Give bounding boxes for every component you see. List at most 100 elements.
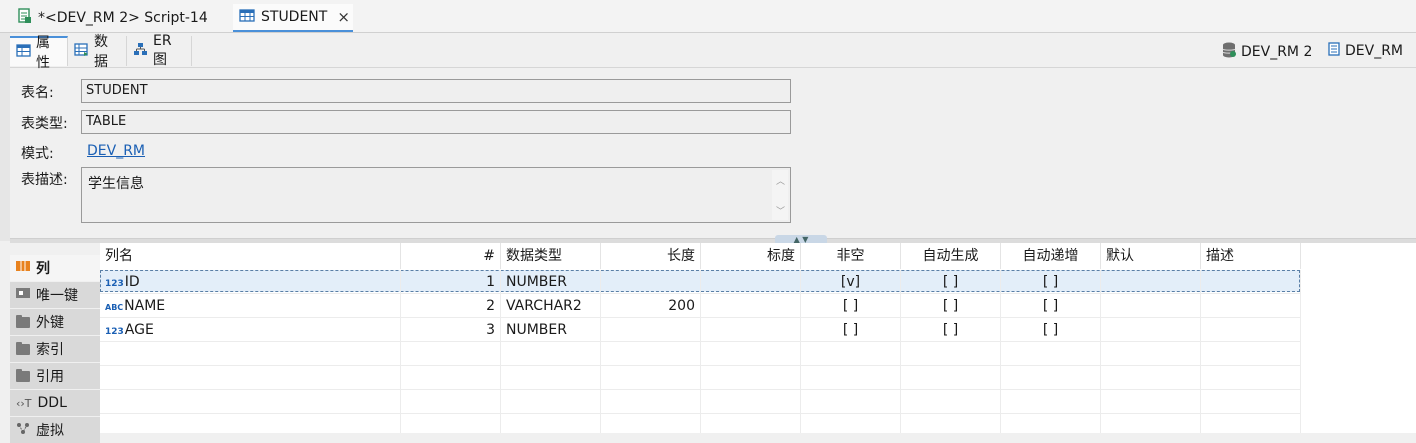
col-header-datatype[interactable]: 数据类型 [501,243,601,269]
folder-icon [16,368,30,382]
cell-description[interactable] [1201,318,1301,342]
nav-label: 虚拟 [36,423,64,439]
cell-length[interactable]: 200 [601,294,701,318]
description-scrollbar[interactable]: ︿ ﹀ [772,170,788,220]
cell-not-null[interactable]: [ ] [801,318,901,342]
ddl-icon: ‹›T [16,396,32,410]
columns-icon [16,260,30,276]
col-header-default[interactable]: 默认 [1101,243,1201,269]
datasource-selector[interactable]: DEV_RM 2 [1222,42,1312,62]
nav-label: 唯一键 [36,288,78,304]
nav-virtual[interactable]: 虚拟 [10,417,100,443]
tab-label: STUDENT [261,9,328,25]
nav-label: 索引 [36,342,64,358]
table-name-label: 表名: [21,85,54,101]
cell-length[interactable] [601,318,701,342]
empty-column [401,342,501,433]
table-row[interactable]: ABCNAME [100,294,401,318]
data-icon [74,42,89,60]
table-row[interactable]: 123AGE [100,318,401,342]
cell-auto-increment[interactable]: [ ] [1001,270,1101,294]
nav-ddl[interactable]: ‹›T DDL [10,390,100,416]
cell-position[interactable]: 1 [401,270,501,294]
empty-column [501,342,601,433]
tab-label: 数据 [94,34,108,70]
nav-columns[interactable]: 列 [10,255,100,281]
cell-scale[interactable] [701,318,801,342]
database-icon [1222,42,1236,62]
left-edge-strip [0,33,10,241]
cell-auto-generated[interactable]: [ ] [901,318,1001,342]
col-header-scale[interactable]: 标度 [701,243,801,269]
col-header-not-null[interactable]: 非空 [801,243,901,269]
cell-scale[interactable] [701,270,801,294]
empty-column [1101,342,1201,433]
cell-description[interactable] [1201,294,1301,318]
editor-sub-tabs: 属性 数据 ER 图 DEV_RM 2 DEV_RM [10,33,1416,71]
scroll-up-icon[interactable]: ︿ [776,174,785,187]
col-header-length[interactable]: 长度 [601,243,701,269]
number-type-icon: 123 [105,327,124,337]
empty-column [901,342,1001,433]
cell-auto-increment[interactable]: [ ] [1001,318,1101,342]
table-type-label: 表类型: [21,116,68,132]
cell-auto-generated[interactable]: [ ] [901,294,1001,318]
cell-auto-generated[interactable]: [ ] [901,270,1001,294]
col-header-position[interactable]: # [401,243,501,269]
tab-label: 属性 [36,35,50,71]
schema-link[interactable]: DEV_RM [87,143,145,159]
empty-column [100,342,401,433]
close-icon[interactable]: × [337,8,350,26]
table-name-field[interactable]: STUDENT [81,79,791,103]
cell-datatype[interactable]: NUMBER [501,270,601,294]
er-diagram-icon [133,42,148,60]
cell-description[interactable] [1201,270,1301,294]
col-header-auto-increment[interactable]: 自动递增 [1001,243,1101,269]
virtual-icon [16,422,30,438]
cell-not-null[interactable]: [ ] [801,294,901,318]
empty-column [801,342,901,433]
scroll-down-icon[interactable]: ﹀ [776,204,785,217]
nav-label: 外键 [36,315,64,331]
description-label: 表描述: [21,172,68,188]
tab-data[interactable]: 数据 [68,34,127,70]
cell-not-null[interactable]: [v] [801,270,901,294]
table-icon [239,8,255,26]
nav-unique-keys[interactable]: 唯一键 [10,282,100,308]
nav-label: 引用 [36,369,64,385]
col-header-description[interactable]: 描述 [1201,243,1301,269]
table-type-field[interactable]: TABLE [81,110,791,134]
tab-properties[interactable]: 属性 [10,35,68,71]
nav-references[interactable]: 引用 [10,363,100,389]
cell-datatype[interactable]: VARCHAR2 [501,294,601,318]
cell-default[interactable] [1101,318,1201,342]
cell-position[interactable]: 3 [401,318,501,342]
tab-student[interactable]: STUDENT × [233,4,353,32]
cell-auto-increment[interactable]: [ ] [1001,294,1101,318]
description-text: 学生信息 [88,176,144,192]
schema-field-label: 模式: [21,146,54,162]
text-type-icon: ABC [105,303,124,312]
description-textarea[interactable]: 学生信息 ︿ ﹀ [81,167,791,223]
cell-default[interactable] [1101,294,1201,318]
schema-label: DEV_RM [1345,43,1404,59]
table-row[interactable]: 123ID [100,270,401,294]
schema-selector[interactable]: DEV_RM [1328,42,1403,60]
nav-foreign-keys[interactable]: 外键 [10,309,100,335]
empty-column [601,342,701,433]
cell-datatype[interactable]: NUMBER [501,318,601,342]
folder-icon [16,314,30,328]
cell-position[interactable]: 2 [401,294,501,318]
folder-icon [16,341,30,355]
tab-script-14[interactable]: *<DEV_RM 2> Script-14 [10,4,214,31]
col-header-auto-generated[interactable]: 自动生成 [901,243,1001,269]
tab-er-diagram[interactable]: ER 图 [127,33,192,68]
cell-scale[interactable] [701,294,801,318]
empty-column [1201,342,1301,433]
row-divider [100,293,1300,294]
cell-default[interactable] [1101,270,1201,294]
col-header-name[interactable]: 列名 [100,243,401,269]
cell-length[interactable] [601,270,701,294]
unique-key-icon [16,287,30,303]
nav-indexes[interactable]: 索引 [10,336,100,362]
